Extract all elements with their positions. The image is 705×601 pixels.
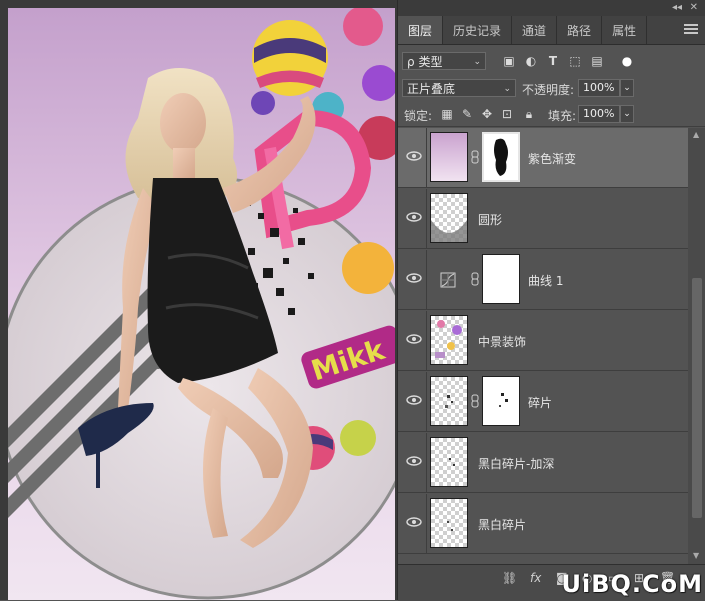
opacity-label: 不透明度: [522,83,575,97]
lock-label: 锁定: [404,109,433,123]
chevron-down-icon: ⌄ [473,57,481,67]
filter-toggle-icon[interactable]: ● [620,54,634,68]
layer-mask-thumbnail[interactable] [482,376,520,426]
layer-name: 黑白碎片-加深 [478,457,555,471]
layer-mask-thumbnail[interactable] [482,254,520,304]
divider [426,189,427,249]
divider [426,494,427,554]
artwork-canvas[interactable]: Mikk [8,8,395,600]
tab-properties[interactable]: 属性 [602,16,648,44]
shape-filter-icon[interactable]: ⬚ [568,54,582,68]
divider [426,433,427,493]
divider [426,311,427,371]
curves-adjustment-icon[interactable] [440,272,456,288]
fill-input[interactable]: 100% [578,105,620,123]
eye-icon[interactable] [406,455,422,467]
layer-row[interactable]: 曲线 1 [398,250,688,310]
layer-thumbnail[interactable] [430,437,468,487]
tab-paths[interactable]: 路径 [557,16,603,44]
eye-icon[interactable] [406,272,422,284]
blend-mode-select[interactable]: 正片叠底 ⌄ [402,79,516,97]
scroll-up-icon[interactable]: ▲ [693,130,699,139]
layer-row[interactable]: 黑白碎片 [398,494,688,554]
lock-pixels-icon[interactable]: ▦ [440,107,454,121]
lock-artboard-icon[interactable]: ⊡ [500,107,514,121]
eye-icon[interactable] [406,394,422,406]
tab-history[interactable]: 历史记录 [443,16,513,44]
layer-thumbnail[interactable] [430,315,468,365]
artwork-illustration: Mikk [8,8,395,600]
fx-icon[interactable]: fx [530,571,541,585]
lock-move-icon[interactable]: ✥ [480,107,494,121]
divider [426,372,427,432]
layers-scrollbar[interactable]: ▲ ▼ [688,128,705,564]
layer-name: 黑白碎片 [478,518,527,532]
layer-row[interactable]: 紫色渐变 [398,128,688,188]
blend-row: 正片叠底 ⌄ 不透明度: 100% ⌄ [398,76,705,100]
layer-row[interactable]: 黑白碎片-加深 [398,433,688,493]
chain-link-icon[interactable] [471,394,479,408]
smart-filter-icon[interactable]: ▤ [590,54,604,68]
filter-row: ρ 类型 ⌄ ▣ ◐ T ⬚ ▤ ● [398,48,705,74]
panel-menu-icon[interactable] [684,22,698,36]
divider [426,250,427,310]
layers-list: 紫色渐变 圆形 曲线 1 中景装饰 碎片 黑白碎片-加深 黑白碎片 [398,128,688,564]
layer-name: 碎片 [528,396,553,410]
watermark: UiBQ.CoM [561,570,703,598]
search-icon: ρ [407,55,415,69]
layer-mask-thumbnail[interactable] [482,132,520,182]
adjust-filter-icon[interactable]: ◐ [524,54,538,68]
scroll-down-icon[interactable]: ▼ [693,551,699,560]
tab-channels[interactable]: 通道 [512,16,558,44]
opacity-input[interactable]: 100% [578,79,620,97]
chain-link-icon[interactable] [471,272,479,286]
layer-name: 圆形 [478,213,503,227]
layer-thumbnail[interactable] [430,498,468,548]
layer-row[interactable]: 中景装饰 [398,311,688,371]
type-filter-icon[interactable]: T [546,54,560,68]
eye-icon[interactable] [406,333,422,345]
panel-top-bar: ◂◂ ✕ [398,0,705,16]
layer-thumbnail[interactable] [430,193,468,243]
layer-name: 中景装饰 [478,335,527,349]
eye-icon[interactable] [406,150,422,162]
lock-paint-icon[interactable]: ✎ [460,107,474,121]
link-layers-icon[interactable]: ⛓ [502,571,517,585]
filter-kind-select[interactable]: ρ 类型 ⌄ [402,52,486,70]
tab-layers[interactable]: 图层 [398,16,444,44]
layer-row[interactable]: 碎片 [398,372,688,432]
scrollbar-thumb[interactable] [692,278,702,518]
blend-mode-value: 正片叠底 [407,82,456,96]
fill-label: 填充: [548,109,577,123]
panel-tabs: 图层 历史记录 通道 路径 属性 [398,16,705,45]
chain-link-icon[interactable] [471,150,479,164]
layers-panel: ◂◂ ✕ 图层 历史记录 通道 路径 属性 ρ 类型 ⌄ ▣ ◐ T ⬚ ▤ ●… [397,0,705,601]
layer-name: 紫色渐变 [528,152,577,166]
divider [426,128,427,188]
close-panel-icon[interactable]: ✕ [690,2,698,13]
lock-row: 锁定: ▦ ✎ ✥ ⊡ 🔒︎ 填充: 100% ⌄ [398,102,705,127]
eye-icon[interactable] [406,516,422,528]
collapse-icon[interactable]: ◂◂ [672,2,682,13]
eye-icon[interactable] [406,211,422,223]
fill-dropdown-icon[interactable]: ⌄ [620,105,634,123]
layer-thumbnail[interactable] [430,132,468,182]
layer-row[interactable]: 圆形 [398,189,688,249]
layer-name: 曲线 1 [528,274,564,288]
layer-thumbnail[interactable] [430,376,468,426]
filter-kind-label: 类型 [418,55,443,69]
image-filter-icon[interactable]: ▣ [502,54,516,68]
opacity-dropdown-icon[interactable]: ⌄ [620,79,634,97]
document-canvas-area[interactable]: Mikk [0,0,397,600]
lock-all-icon[interactable]: 🔒︎ [522,107,536,121]
chevron-down-icon: ⌄ [503,84,511,94]
